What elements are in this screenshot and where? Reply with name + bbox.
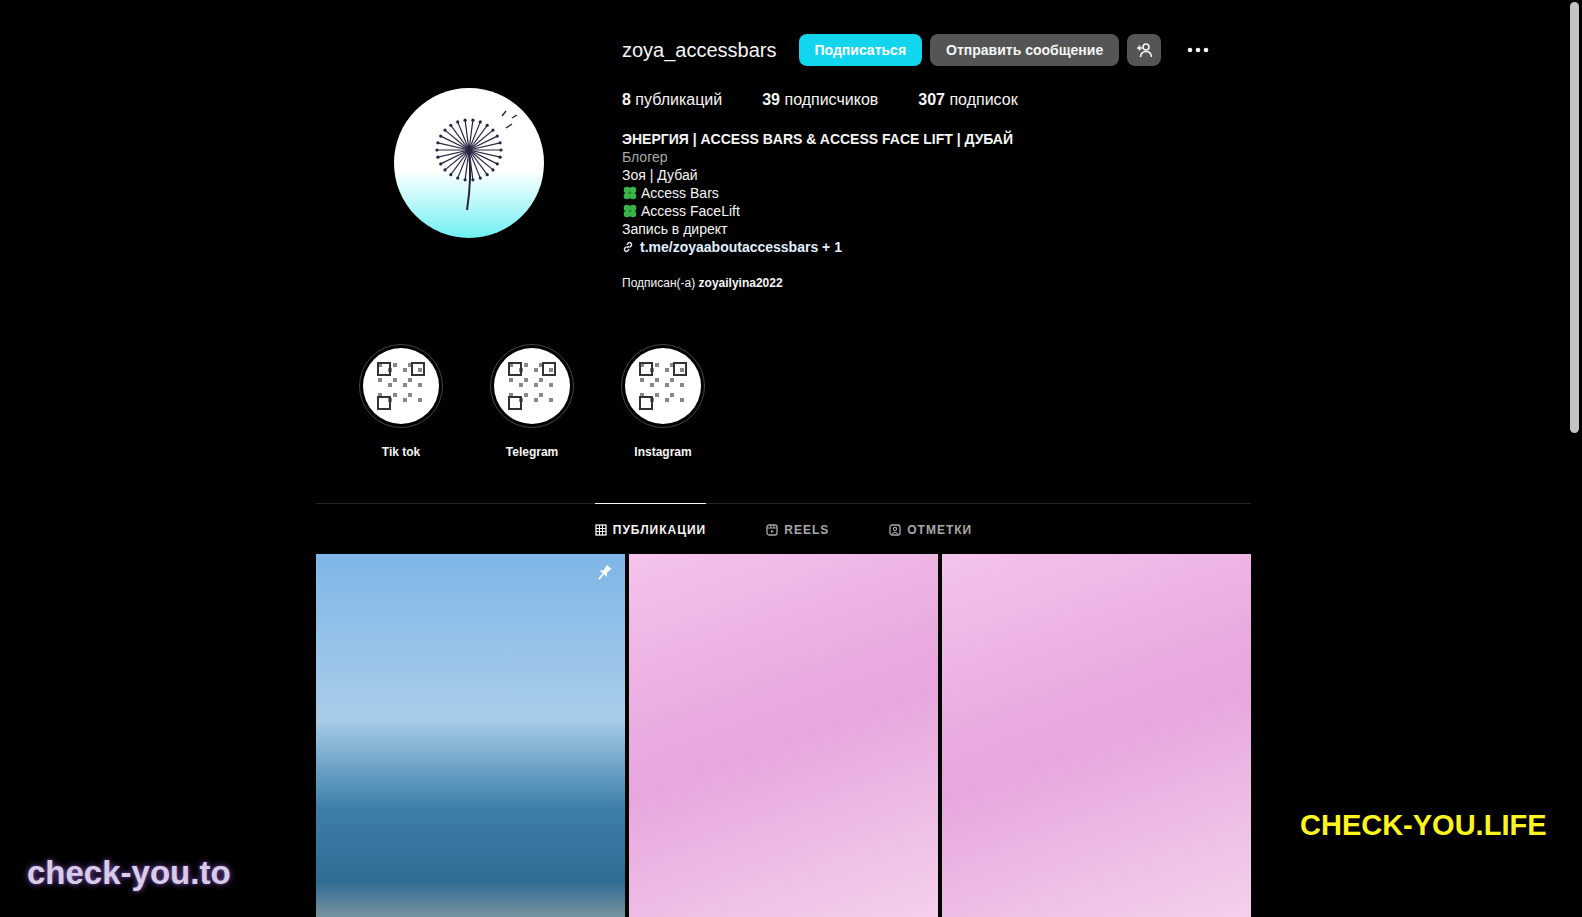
stat-count: 307 — [918, 91, 945, 108]
post-grid — [316, 554, 1251, 917]
highlight-ring — [621, 344, 705, 428]
more-button[interactable] — [1179, 43, 1217, 57]
stat-label: подписчиков — [784, 91, 878, 108]
tab-label: ОТМЕТКИ — [907, 521, 972, 539]
profile-tab[interactable]: ПУБЛИКАЦИИ — [595, 503, 706, 554]
scrollbar-thumb[interactable] — [1570, 2, 1579, 433]
bio-line: Зоя | Дубай — [622, 166, 1251, 184]
profile-info: zoya_accessbars ПодписатьсяОтправить сооб… — [622, 34, 1251, 292]
followed-by[interactable]: Подписан(-а) zoyailyina2022 — [622, 274, 1251, 292]
profile-tabs: ПУБЛИКАЦИИ REELS ОТМЕТКИ — [316, 503, 1251, 554]
qr-code-icon — [366, 351, 436, 421]
bio-line: Запись в директ — [622, 220, 1251, 238]
highlight-label: Tik tok — [382, 443, 420, 461]
followed-user[interactable]: zoyailyina2022 — [699, 276, 783, 290]
tag-icon — [889, 524, 901, 536]
highlight-cover — [625, 348, 701, 424]
avatar-column — [316, 34, 622, 292]
profile-tab[interactable]: REELS — [766, 503, 829, 554]
bio-line: Access Bars — [622, 184, 1251, 202]
main-area: zoya_accessbars ПодписатьсяОтправить сооб… — [0, 0, 1567, 917]
page: zoya_accessbars ПодписатьсяОтправить сооб… — [0, 0, 1582, 917]
bio-text: Access FaceLift — [641, 202, 740, 220]
highlight-ring — [490, 344, 574, 428]
suggest-button[interactable] — [1127, 34, 1161, 66]
qr-code-icon — [497, 351, 567, 421]
profile-header: zoya_accessbars ПодписатьсяОтправить сооб… — [316, 0, 1251, 292]
clover-icon — [622, 185, 638, 201]
more-icon — [1187, 47, 1209, 53]
profile-tab[interactable]: ОТМЕТКИ — [889, 503, 972, 554]
bio-line: Access FaceLift — [622, 202, 1251, 220]
stat-count: 8 — [622, 91, 631, 108]
watermark: CHECK-YOU.LIFE — [1300, 804, 1547, 848]
link-text[interactable]: t.me/zoyaaboutaccessbars + 1 — [640, 238, 842, 256]
highlight-ring — [359, 344, 443, 428]
bio: ЭНЕРГИЯ | ACCESS BARS & ACCESS FACE LIFT… — [622, 130, 1251, 256]
highlight-label: Telegram — [506, 443, 558, 461]
bio-text: Access Bars — [641, 184, 719, 202]
highlight-label: Instagram — [634, 443, 691, 461]
tab-label: REELS — [784, 521, 829, 539]
message-button[interactable]: Отправить сообщение — [930, 34, 1119, 66]
highlight[interactable]: Tik tok — [351, 344, 451, 461]
scrollbar[interactable] — [1567, 0, 1582, 917]
stat-label: публикаций — [635, 91, 722, 108]
avatar[interactable] — [394, 88, 544, 238]
highlight[interactable]: Telegram — [482, 344, 582, 461]
highlight-cover — [494, 348, 570, 424]
post[interactable] — [942, 554, 1251, 917]
tab-label: ПУБЛИКАЦИИ — [613, 521, 706, 539]
clover-icon — [622, 203, 638, 219]
add-person-icon — [1136, 42, 1152, 58]
stat-count: 39 — [762, 91, 780, 108]
profile-stats: 8 публикаций 39 подписчиков 307 подписок — [622, 88, 1251, 112]
followed-prefix: Подписан(-а) — [622, 276, 695, 290]
stat-label: подписок — [949, 91, 1017, 108]
stat-item[interactable]: 8 публикаций — [622, 88, 722, 112]
reels-icon — [766, 524, 778, 536]
username: zoya_accessbars — [622, 35, 777, 65]
highlights: Tik tok Telegram Instagram — [316, 344, 1251, 461]
bio-text: Зоя | Дубай — [622, 166, 698, 184]
bio-link[interactable]: t.me/zoyaaboutaccessbars + 1 — [622, 238, 1251, 256]
post[interactable] — [629, 554, 938, 917]
grid-icon — [595, 524, 607, 536]
highlight-cover — [363, 348, 439, 424]
profile-actions: zoya_accessbars ПодписатьсяОтправить сооб… — [622, 34, 1251, 66]
highlight[interactable]: Instagram — [613, 344, 713, 461]
qr-code-icon — [628, 351, 698, 421]
watermark: check-you.to — [27, 848, 231, 898]
stat-item[interactable]: 307 подписок — [918, 88, 1017, 112]
bio-title: ЭНЕРГИЯ | ACCESS BARS & ACCESS FACE LIFT… — [622, 130, 1251, 148]
pin-icon — [591, 560, 616, 585]
link-icon — [622, 241, 634, 253]
bio-text: Запись в директ — [622, 220, 727, 238]
post[interactable] — [316, 554, 625, 917]
dandelion-icon — [394, 88, 544, 238]
stat-item[interactable]: 39 подписчиков — [762, 88, 878, 112]
profile: zoya_accessbars ПодписатьсяОтправить сооб… — [316, 0, 1251, 917]
bio-category: Блогер — [622, 148, 1251, 166]
follow-button[interactable]: Подписаться — [799, 34, 923, 66]
